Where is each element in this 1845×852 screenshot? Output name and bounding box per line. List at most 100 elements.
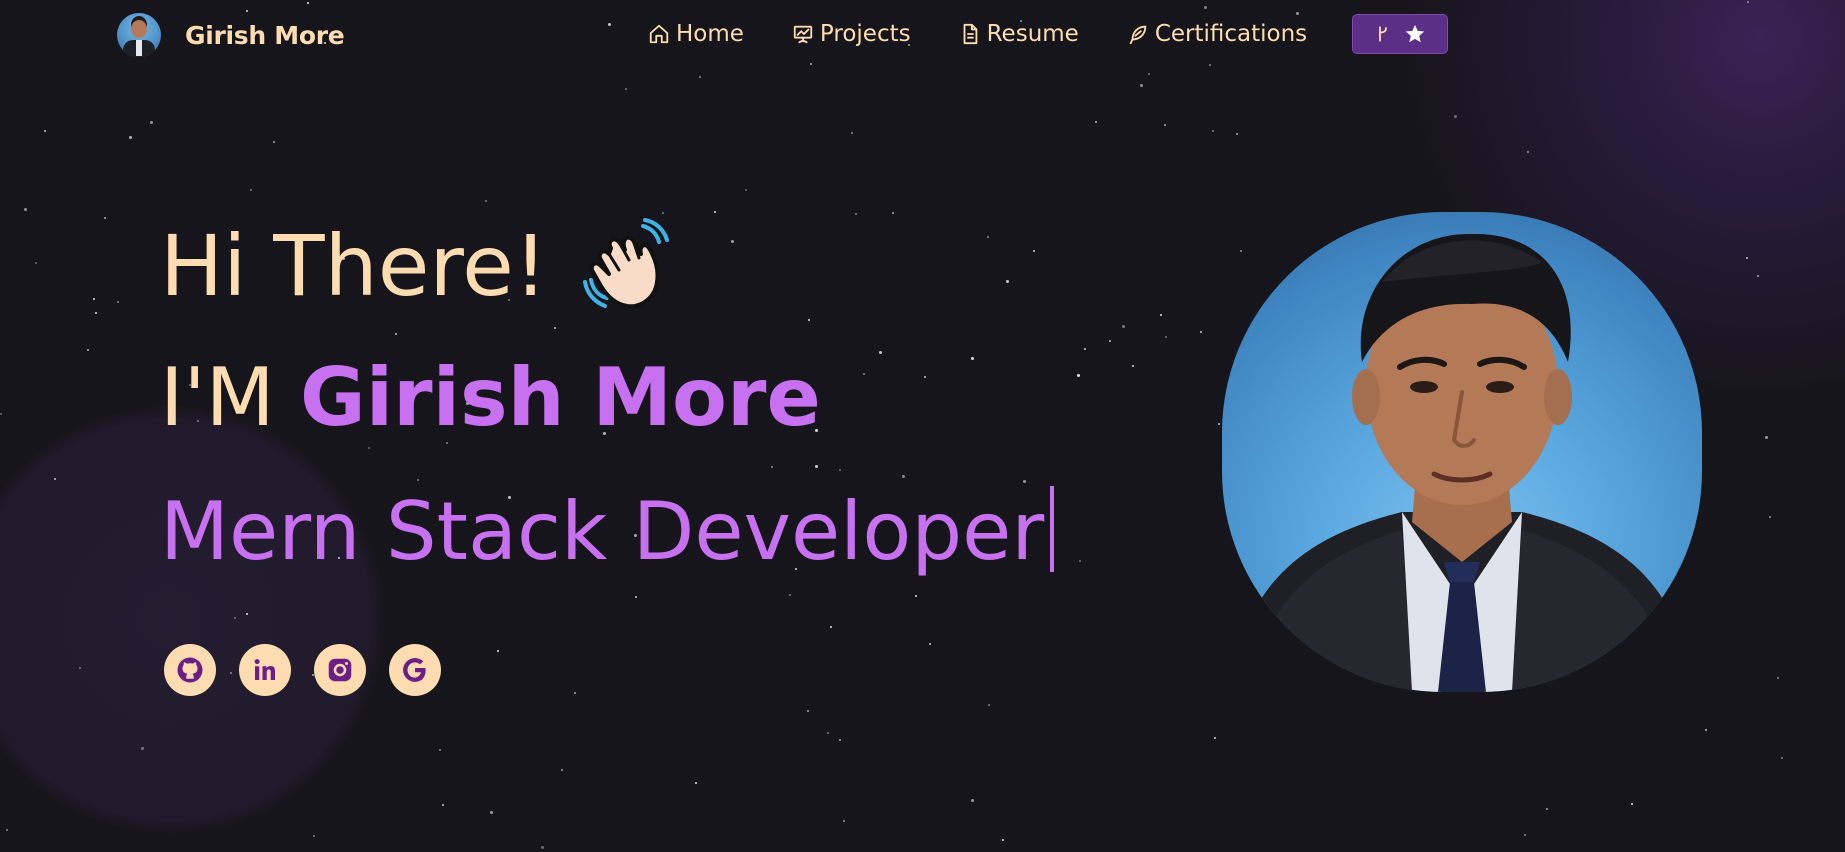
document-icon — [963, 23, 977, 45]
social-linkedin[interactable] — [239, 644, 291, 696]
star-dot — [1160, 314, 1162, 316]
social-google[interactable] — [389, 644, 441, 696]
star-dot — [439, 749, 441, 751]
star-dot — [561, 769, 563, 771]
intro-prefix: I'M — [160, 351, 301, 444]
typewriter-cursor — [1050, 486, 1055, 572]
star-dot — [246, 613, 248, 615]
star-dot — [104, 217, 106, 219]
star-dot — [417, 479, 419, 481]
star-dot — [1164, 124, 1166, 126]
star-dot — [0, 413, 2, 415]
brand[interactable]: Girish More — [117, 13, 345, 57]
star-dot — [1777, 677, 1779, 679]
nav-item-projects[interactable]: Projects — [792, 21, 911, 47]
profile-avatar — [117, 13, 161, 57]
star-dot — [1214, 737, 1216, 739]
star-dot — [1746, 257, 1748, 259]
star-dot — [497, 650, 499, 652]
star-dot — [839, 739, 841, 741]
star-dot — [827, 732, 829, 734]
star-dot — [695, 782, 697, 784]
star-dot — [1002, 839, 1004, 841]
star-dot — [313, 835, 315, 837]
star-dot — [1769, 516, 1771, 518]
star-dot — [929, 643, 931, 645]
linkedin-icon — [254, 659, 275, 680]
star-dot — [44, 130, 46, 132]
social-instagram[interactable] — [314, 644, 366, 696]
feather-pen-icon — [1129, 25, 1147, 45]
star-dot — [1546, 808, 1548, 810]
greeting-text: Hi There! — [160, 217, 548, 315]
instagram-icon — [328, 658, 352, 682]
star-dot — [1140, 84, 1143, 87]
star-dot — [807, 710, 809, 712]
star-dot — [1077, 374, 1080, 377]
star-dot — [1023, 480, 1026, 483]
star-dot — [1631, 803, 1633, 805]
nav-item-resume[interactable]: Resume — [959, 21, 1079, 47]
star-dot — [714, 211, 716, 213]
star-dot — [915, 595, 917, 597]
star-dot — [442, 804, 444, 806]
star-dot — [273, 141, 275, 143]
star-dot — [1006, 280, 1009, 283]
star-dot — [1109, 340, 1111, 342]
github-icon — [177, 657, 203, 683]
nav-menu: Home Projects Resume Certifications — [648, 14, 1449, 54]
star-dot — [35, 262, 37, 264]
star-dot — [1212, 130, 1214, 132]
nav-item-label: Home — [676, 21, 744, 47]
star-dot — [54, 478, 56, 480]
star-dot — [789, 594, 791, 596]
social-links — [164, 644, 464, 696]
nav-item-label: Projects — [819, 21, 911, 47]
star-dot — [902, 475, 905, 478]
star-dot — [879, 351, 882, 354]
home-icon — [649, 24, 669, 44]
star-dot — [554, 327, 556, 329]
nav-item-label: Resume — [986, 21, 1079, 47]
star-dot — [808, 319, 810, 321]
star-dot — [24, 208, 27, 211]
star-dot — [79, 667, 81, 669]
star-dot — [1705, 729, 1707, 731]
star-dot — [1079, 560, 1081, 562]
star-dot — [368, 447, 370, 449]
star-icon — [1406, 24, 1425, 43]
star-dot — [863, 373, 865, 375]
star-dot — [815, 465, 818, 468]
star-dot — [625, 88, 627, 90]
star-dot — [1132, 365, 1134, 367]
nav-item-home[interactable]: Home — [648, 21, 744, 47]
star-dot — [699, 76, 701, 78]
greeting-heading: Hi There! — [160, 218, 673, 314]
brand-name: Girish More — [185, 20, 345, 50]
star-dot — [892, 212, 894, 214]
github-fork-star-button[interactable] — [1352, 14, 1449, 54]
role-typewriter: Mern Stack Developer — [160, 486, 1055, 572]
navbar: Girish More Home Projects Resume Certifi… — [0, 0, 1845, 72]
star-dot — [987, 236, 989, 238]
star-dot — [839, 469, 841, 471]
star-dot — [924, 376, 926, 378]
star-dot — [830, 626, 832, 628]
star-dot — [988, 704, 990, 706]
star-dot — [234, 617, 236, 619]
star-dot — [1218, 423, 1220, 425]
star-dot — [1033, 250, 1035, 252]
social-github[interactable] — [164, 644, 216, 696]
nav-item-certifications[interactable]: Certifications — [1127, 21, 1307, 47]
star-dot — [1527, 151, 1529, 153]
star-dot — [395, 333, 397, 335]
star-dot — [150, 121, 153, 124]
portrait-illustration — [1232, 233, 1692, 692]
star-dot — [490, 811, 493, 814]
profile-portrait — [1222, 212, 1702, 692]
star-dot — [1240, 250, 1242, 252]
portfolio-page: Girish More Home Projects Resume Certifi… — [0, 0, 1845, 852]
star-dot — [541, 846, 544, 849]
star-dot — [1200, 331, 1202, 333]
intro-name: Girish More — [300, 351, 821, 444]
